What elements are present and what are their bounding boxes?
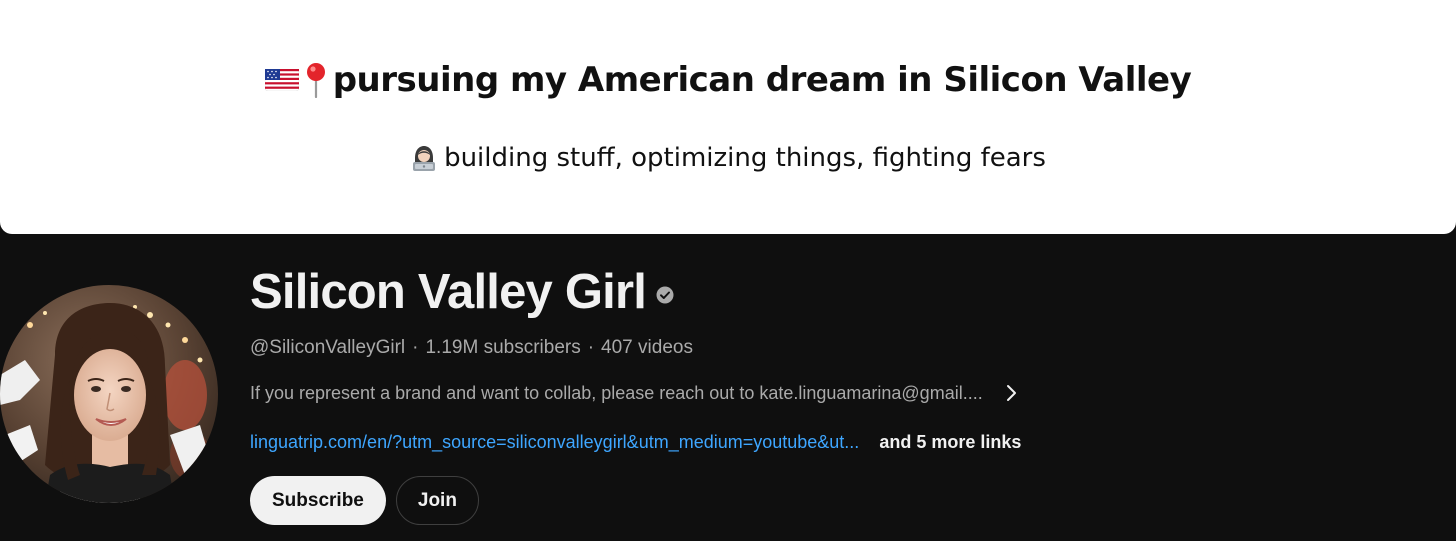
channel-avatar[interactable] xyxy=(0,285,218,503)
chevron-right-icon[interactable] xyxy=(1003,384,1019,402)
avatar-photo xyxy=(0,285,218,503)
primary-channel-link[interactable]: linguatrip.com/en/?utm_source=siliconval… xyxy=(250,430,859,454)
description-text: If you represent a brand and want to col… xyxy=(250,383,983,403)
banner-tagline-text: building stuff, optimizing things, fight… xyxy=(444,143,1046,173)
join-button[interactable]: Join xyxy=(395,476,479,525)
meta-separator: · xyxy=(587,337,595,358)
video-count: 407 videos xyxy=(601,337,693,358)
round-pushpin-icon xyxy=(306,63,325,98)
channel-banner: pursuing my American dream in Silicon Va… xyxy=(0,0,1456,234)
more-links-button[interactable]: and 5 more links xyxy=(879,430,1021,454)
meta-separator: · xyxy=(412,337,419,358)
channel-description[interactable]: If you represent a brand and want to col… xyxy=(250,380,1070,406)
woman-technologist-icon xyxy=(413,146,436,171)
verified-check-icon[interactable] xyxy=(656,286,674,304)
channel-meta: @SiliconValleyGirl · 1.19M subscribers ·… xyxy=(250,335,693,361)
subscriber-count: 1.19M subscribers xyxy=(425,337,581,358)
channel-handle: @SiliconValleyGirl xyxy=(250,337,406,358)
subscribe-button[interactable]: Subscribe xyxy=(250,476,386,525)
channel-links: linguatrip.com/en/?utm_source=siliconval… xyxy=(250,430,1021,454)
channel-title-row: Silicon Valley Girl xyxy=(250,262,674,322)
banner-headline-text: pursuing my American dream in Silicon Va… xyxy=(332,60,1192,100)
banner-headline: pursuing my American dream in Silicon Va… xyxy=(0,60,1456,100)
channel-name: Silicon Valley Girl xyxy=(250,265,647,319)
banner-tagline: building stuff, optimizing things, fight… xyxy=(0,143,1456,173)
channel-actions: Subscribe Join xyxy=(250,476,479,525)
us-flag-icon xyxy=(264,69,299,91)
